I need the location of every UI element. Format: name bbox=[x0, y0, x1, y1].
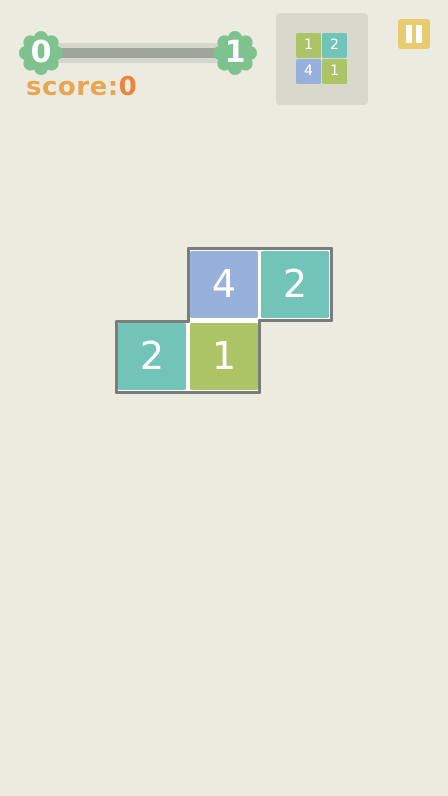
score-label: score: bbox=[26, 72, 119, 102]
level-progress: 0 1 bbox=[18, 30, 258, 76]
level-progress-track bbox=[54, 43, 224, 63]
falling-piece[interactable]: 4 2 2 1 bbox=[115, 247, 333, 394]
game-board[interactable]: 4 2 2 1 bbox=[0, 120, 448, 796]
next-level-badge: 1 bbox=[212, 30, 258, 76]
piece-tile[interactable]: 1 bbox=[190, 323, 258, 390]
next-piece-tile: 2 bbox=[322, 33, 347, 58]
level-progress-bar bbox=[58, 48, 220, 58]
piece-tile[interactable]: 4 bbox=[190, 251, 258, 318]
next-piece-preview: 1 2 4 1 bbox=[276, 13, 368, 105]
next-piece-tile: 1 bbox=[322, 59, 347, 84]
current-level-number: 0 bbox=[30, 35, 52, 70]
pause-button[interactable] bbox=[398, 19, 430, 49]
current-level-badge: 0 bbox=[18, 30, 64, 76]
piece-tile[interactable]: 2 bbox=[118, 323, 186, 390]
piece-tile[interactable]: 2 bbox=[261, 251, 329, 318]
score-display: score:0 bbox=[26, 72, 137, 102]
next-level-number: 1 bbox=[224, 35, 246, 70]
next-piece-tile: 1 bbox=[296, 33, 321, 58]
next-piece-tile: 4 bbox=[296, 59, 321, 84]
score-value: 0 bbox=[118, 72, 138, 102]
